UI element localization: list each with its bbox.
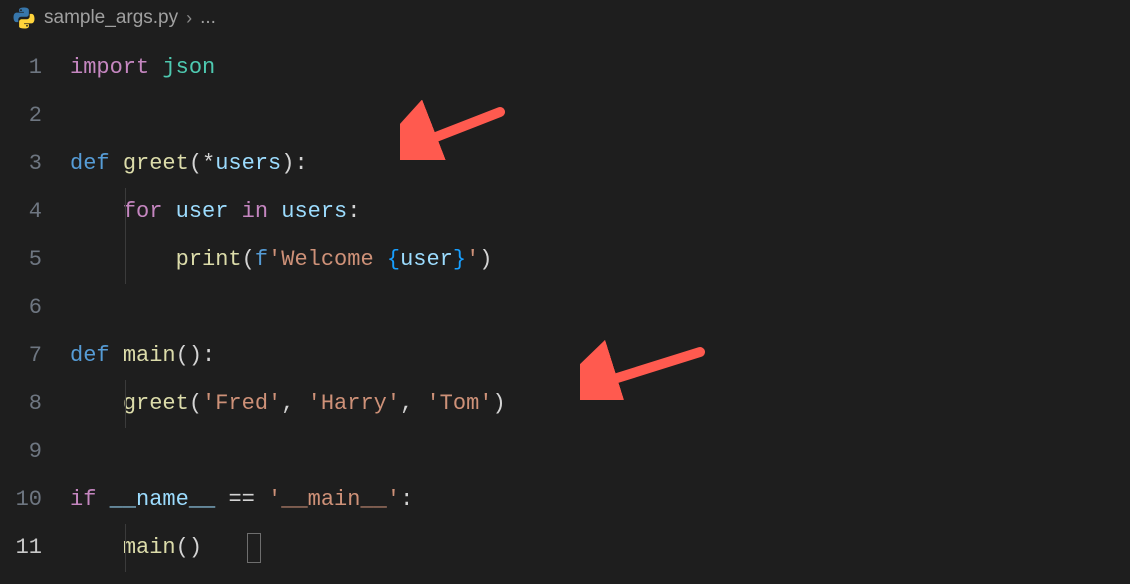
breadcrumb-filename[interactable]: sample_args.py bbox=[44, 7, 178, 29]
code-line[interactable]: 5 print(f'Welcome {user}') bbox=[0, 236, 1130, 284]
keyword-import: import bbox=[70, 55, 149, 80]
line-number: 10 bbox=[0, 476, 70, 524]
fstring-variable: user bbox=[400, 247, 453, 272]
line-number: 5 bbox=[0, 236, 70, 284]
cursor bbox=[247, 533, 261, 563]
code-editor[interactable]: 1 import json 2 3 def greet(*users): 4 f… bbox=[0, 40, 1130, 572]
function-call: main bbox=[123, 535, 176, 560]
whitespace bbox=[96, 487, 109, 512]
colon: : bbox=[347, 199, 360, 224]
breadcrumb-separator: › bbox=[186, 8, 192, 29]
line-number: 3 bbox=[0, 140, 70, 188]
colon: : bbox=[400, 487, 413, 512]
paren-close: ) bbox=[479, 247, 492, 272]
string-literal: '__main__' bbox=[268, 487, 400, 512]
code-line[interactable]: 4 for user in users: bbox=[0, 188, 1130, 236]
string-literal: 'Harry' bbox=[308, 391, 400, 416]
code-line[interactable]: 10 if __name__ == '__main__': bbox=[0, 476, 1130, 524]
whitespace bbox=[228, 199, 241, 224]
whitespace bbox=[110, 151, 123, 176]
fstring-brace-close: } bbox=[453, 247, 466, 272]
code-line[interactable]: 1 import json bbox=[0, 44, 1130, 92]
whitespace bbox=[268, 199, 281, 224]
breadcrumb-ellipsis[interactable]: ... bbox=[200, 7, 216, 29]
paren-open: ( bbox=[176, 343, 189, 368]
code-line[interactable]: 11 main() bbox=[0, 524, 1130, 572]
code-line[interactable]: 6 bbox=[0, 284, 1130, 332]
line-number: 8 bbox=[0, 380, 70, 428]
whitespace bbox=[215, 487, 228, 512]
whitespace bbox=[149, 55, 162, 80]
whitespace bbox=[255, 487, 268, 512]
line-number: 9 bbox=[0, 428, 70, 476]
parameter: users bbox=[215, 151, 281, 176]
variable: user bbox=[176, 199, 229, 224]
string-literal: 'Welcome bbox=[268, 247, 387, 272]
code-line[interactable]: 2 bbox=[0, 92, 1130, 140]
whitespace bbox=[162, 199, 175, 224]
paren-close: ) bbox=[493, 391, 506, 416]
line-number: 7 bbox=[0, 332, 70, 380]
fstring-brace-open: { bbox=[387, 247, 400, 272]
python-file-icon bbox=[12, 6, 36, 30]
code-line[interactable]: 8 greet('Fred', 'Harry', 'Tom') bbox=[0, 380, 1130, 428]
paren-close: ) bbox=[281, 151, 294, 176]
string-literal: 'Fred' bbox=[202, 391, 281, 416]
indent-guide bbox=[125, 380, 126, 428]
function-name: main bbox=[123, 343, 176, 368]
breadcrumb[interactable]: sample_args.py › ... bbox=[0, 0, 1130, 40]
code-line[interactable]: 9 bbox=[0, 428, 1130, 476]
colon: : bbox=[294, 151, 307, 176]
module-name: json bbox=[162, 55, 215, 80]
line-number: 6 bbox=[0, 284, 70, 332]
comma: , bbox=[400, 391, 426, 416]
fstring-prefix: f bbox=[255, 247, 268, 272]
line-number: 2 bbox=[0, 92, 70, 140]
string-literal: 'Tom' bbox=[426, 391, 492, 416]
indent-guide bbox=[125, 236, 126, 284]
star-operator: * bbox=[202, 151, 215, 176]
paren-open: ( bbox=[242, 247, 255, 272]
code-line[interactable]: 3 def greet(*users): bbox=[0, 140, 1130, 188]
paren-close: ) bbox=[189, 343, 202, 368]
paren-open: ( bbox=[189, 391, 202, 416]
whitespace bbox=[110, 343, 123, 368]
line-number: 1 bbox=[0, 44, 70, 92]
builtin-print: print bbox=[176, 247, 242, 272]
function-name: greet bbox=[123, 151, 189, 176]
paren-close: ) bbox=[189, 535, 202, 560]
keyword-in: in bbox=[242, 199, 268, 224]
indent-guide bbox=[125, 188, 126, 236]
indent-guide bbox=[125, 524, 126, 572]
dunder-name: __name__ bbox=[110, 487, 216, 512]
keyword-def: def bbox=[70, 151, 110, 176]
keyword-def: def bbox=[70, 343, 110, 368]
operator: == bbox=[228, 487, 254, 512]
keyword-for: for bbox=[123, 199, 163, 224]
line-number: 4 bbox=[0, 188, 70, 236]
code-line[interactable]: 7 def main(): bbox=[0, 332, 1130, 380]
keyword-if: if bbox=[70, 487, 96, 512]
line-number: 11 bbox=[0, 524, 70, 572]
string-literal: ' bbox=[466, 247, 479, 272]
colon: : bbox=[202, 343, 215, 368]
variable: users bbox=[281, 199, 347, 224]
function-call: greet bbox=[123, 391, 189, 416]
paren-open: ( bbox=[189, 151, 202, 176]
comma: , bbox=[281, 391, 307, 416]
paren-open: ( bbox=[176, 535, 189, 560]
